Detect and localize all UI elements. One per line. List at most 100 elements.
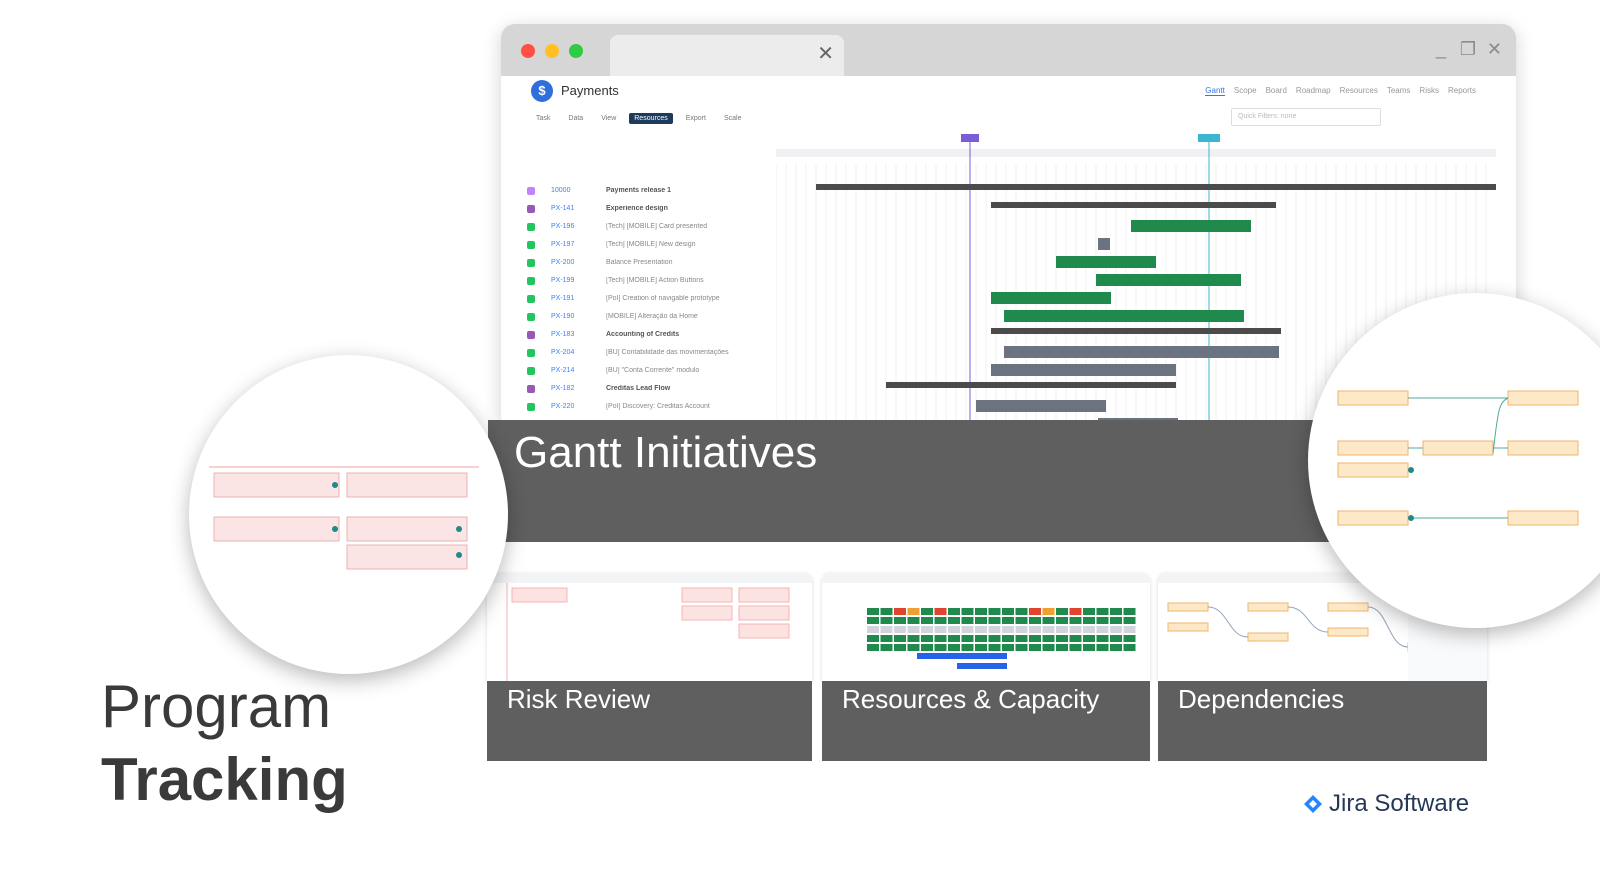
jira-diamond-icon: [1304, 795, 1322, 813]
table-row[interactable]: PX-199 [Tech] [MOBILE] Action Buttons: [521, 272, 776, 290]
issue-key[interactable]: PX-183: [551, 331, 574, 338]
headline-line1: Program: [101, 673, 332, 740]
issue-key[interactable]: PX-190: [551, 313, 574, 320]
issue-key[interactable]: PX-204: [551, 349, 574, 356]
gantt-bar: [1004, 310, 1244, 322]
table-row[interactable]: PX-182 Creditas Lead Flow: [521, 380, 776, 398]
tab-roadmap[interactable]: Roadmap: [1296, 86, 1331, 96]
view-button[interactable]: View: [596, 113, 621, 124]
table-row[interactable]: PX-220 [PoI] Discovery: Creditas Account: [521, 398, 776, 416]
release-marker: [1198, 134, 1220, 142]
issue-key[interactable]: PX-220: [551, 403, 574, 410]
gantt-bar: [1096, 274, 1241, 286]
app-title: Payments: [561, 83, 619, 98]
table-row[interactable]: PX-197 [Tech] [MOBILE] New design: [521, 236, 776, 254]
tab-teams[interactable]: Teams: [1387, 86, 1411, 96]
issue-summary: [PoI] Creation of navigable prototype: [606, 295, 720, 302]
issue-key[interactable]: 10000: [551, 187, 570, 194]
issue-key[interactable]: PX-214: [551, 367, 574, 374]
gantt-toolbar: Task Data View Resources Export Scale Qu…: [531, 108, 1491, 128]
tab-reports[interactable]: Reports: [1448, 86, 1476, 96]
issue-summary: [MOBILE] Alteração da Home: [606, 313, 698, 320]
issue-type-icon: [527, 277, 535, 285]
dependencies-label: Dependencies: [1178, 684, 1345, 714]
resources-capacity-card[interactable]: Resources & Capacity: [822, 573, 1150, 761]
issue-key[interactable]: PX-197: [551, 241, 574, 248]
scale-button[interactable]: Scale: [719, 113, 747, 124]
table-row[interactable]: PX-196 [Tech] [MOBILE] Card presented: [521, 218, 776, 236]
issue-summary: Balance Presentation: [606, 259, 673, 266]
app-nav: Gantt Scope Board Roadmap Resources Team…: [1205, 86, 1476, 96]
gantt-bar: [816, 184, 1496, 190]
tab-risks[interactable]: Risks: [1419, 86, 1439, 96]
headline-line2: Tracking: [101, 746, 348, 813]
browser-tab[interactable]: ✕: [610, 35, 844, 76]
issue-key[interactable]: PX-196: [551, 223, 574, 230]
issue-summary: [Tech] [MOBILE] Card presented: [606, 223, 708, 230]
issue-summary: [Tech] [MOBILE] Action Buttons: [606, 277, 704, 284]
issue-summary: [Tech] [MOBILE] New design: [606, 241, 696, 248]
table-row[interactable]: PX-214 [BU] "Conta Corrente" modulo: [521, 362, 776, 380]
tab-resources[interactable]: Resources: [1340, 86, 1378, 96]
issue-summary: Experience design: [606, 205, 668, 212]
issue-summary: [BU] Contabilidade das movimentações: [606, 349, 729, 356]
gantt-bar: [1131, 220, 1251, 232]
issue-key[interactable]: PX-200: [551, 259, 574, 266]
minimize-icon[interactable]: _: [1436, 39, 1446, 60]
issue-type-icon: [527, 295, 535, 303]
table-row[interactable]: PX-141 Experience design: [521, 200, 776, 218]
tab-board[interactable]: Board: [1266, 86, 1287, 96]
issue-type-icon: [527, 331, 535, 339]
jira-brand-text: Jira Software: [1329, 790, 1470, 817]
table-row[interactable]: PX-190 [MOBILE] Alteração da Home: [521, 308, 776, 326]
gantt-bar: [976, 400, 1106, 412]
today-marker: [961, 134, 979, 142]
close-window-button[interactable]: [521, 44, 535, 58]
table-row[interactable]: PX-191 [PoI] Creation of navigable protot…: [521, 290, 776, 308]
issue-key[interactable]: PX-141: [551, 205, 574, 212]
issue-summary: Payments release 1: [606, 187, 671, 194]
gantt-bar: [991, 328, 1281, 334]
restore-icon[interactable]: ❐: [1460, 39, 1476, 60]
tab-close-icon[interactable]: ✕: [817, 44, 834, 64]
risk-review-preview: [487, 573, 812, 681]
risk-review-card[interactable]: Risk Review: [487, 573, 812, 761]
issue-type-icon: [527, 187, 535, 195]
browser-titlebar: ✕ _ ❐ ✕: [501, 24, 1516, 76]
close-icon[interactable]: ✕: [1487, 39, 1502, 60]
issue-type-icon: [527, 403, 535, 411]
gantt-bar: [1056, 256, 1156, 268]
table-row[interactable]: PX-204 [BU] Contabilidade das movimentaçõ…: [521, 344, 776, 362]
risk-review-label: Risk Review: [507, 684, 651, 714]
issue-type-icon: [527, 223, 535, 231]
issue-summary: Creditas Lead Flow: [606, 385, 671, 392]
minimize-window-button[interactable]: [545, 44, 559, 58]
table-row[interactable]: PX-183 Accounting of Credits: [521, 326, 776, 344]
table-row[interactable]: PX-200 Balance Presentation: [521, 254, 776, 272]
gantt-bar: [886, 382, 1176, 388]
quick-filter-input[interactable]: Quick Filters: none: [1231, 108, 1381, 126]
resources-capacity-bar: Resources & Capacity: [822, 681, 1150, 761]
issue-type-icon: [527, 367, 535, 375]
tab-scope[interactable]: Scope: [1234, 86, 1257, 96]
slide: ✕ _ ❐ ✕ $ Payments Gantt Scope Board Roa…: [0, 0, 1600, 895]
data-button[interactable]: Data: [563, 113, 588, 124]
board-zoom-circle: [189, 355, 508, 674]
issue-summary: [BU] "Conta Corrente" modulo: [606, 367, 700, 374]
app-header: $ Payments Gantt Scope Board Roadmap Res…: [501, 76, 1516, 106]
issue-type-icon: [527, 205, 535, 213]
risk-review-bar: Risk Review: [487, 681, 812, 761]
export-button[interactable]: Export: [681, 113, 711, 124]
task-button[interactable]: Task: [531, 113, 555, 124]
issue-key[interactable]: PX-182: [551, 385, 574, 392]
maximize-window-button[interactable]: [569, 44, 583, 58]
issue-type-icon: [527, 385, 535, 393]
table-row[interactable]: 10000 Payments release 1: [521, 182, 776, 200]
issue-key[interactable]: PX-191: [551, 295, 574, 302]
resources-button[interactable]: Resources: [629, 112, 673, 124]
resources-capacity-preview: [822, 573, 1150, 681]
issue-key[interactable]: PX-199: [551, 277, 574, 284]
resources-capacity-label: Resources & Capacity: [842, 684, 1100, 714]
tab-gantt[interactable]: Gantt: [1205, 86, 1225, 96]
issue-summary: [PoI] Discovery: Creditas Account: [606, 403, 710, 410]
